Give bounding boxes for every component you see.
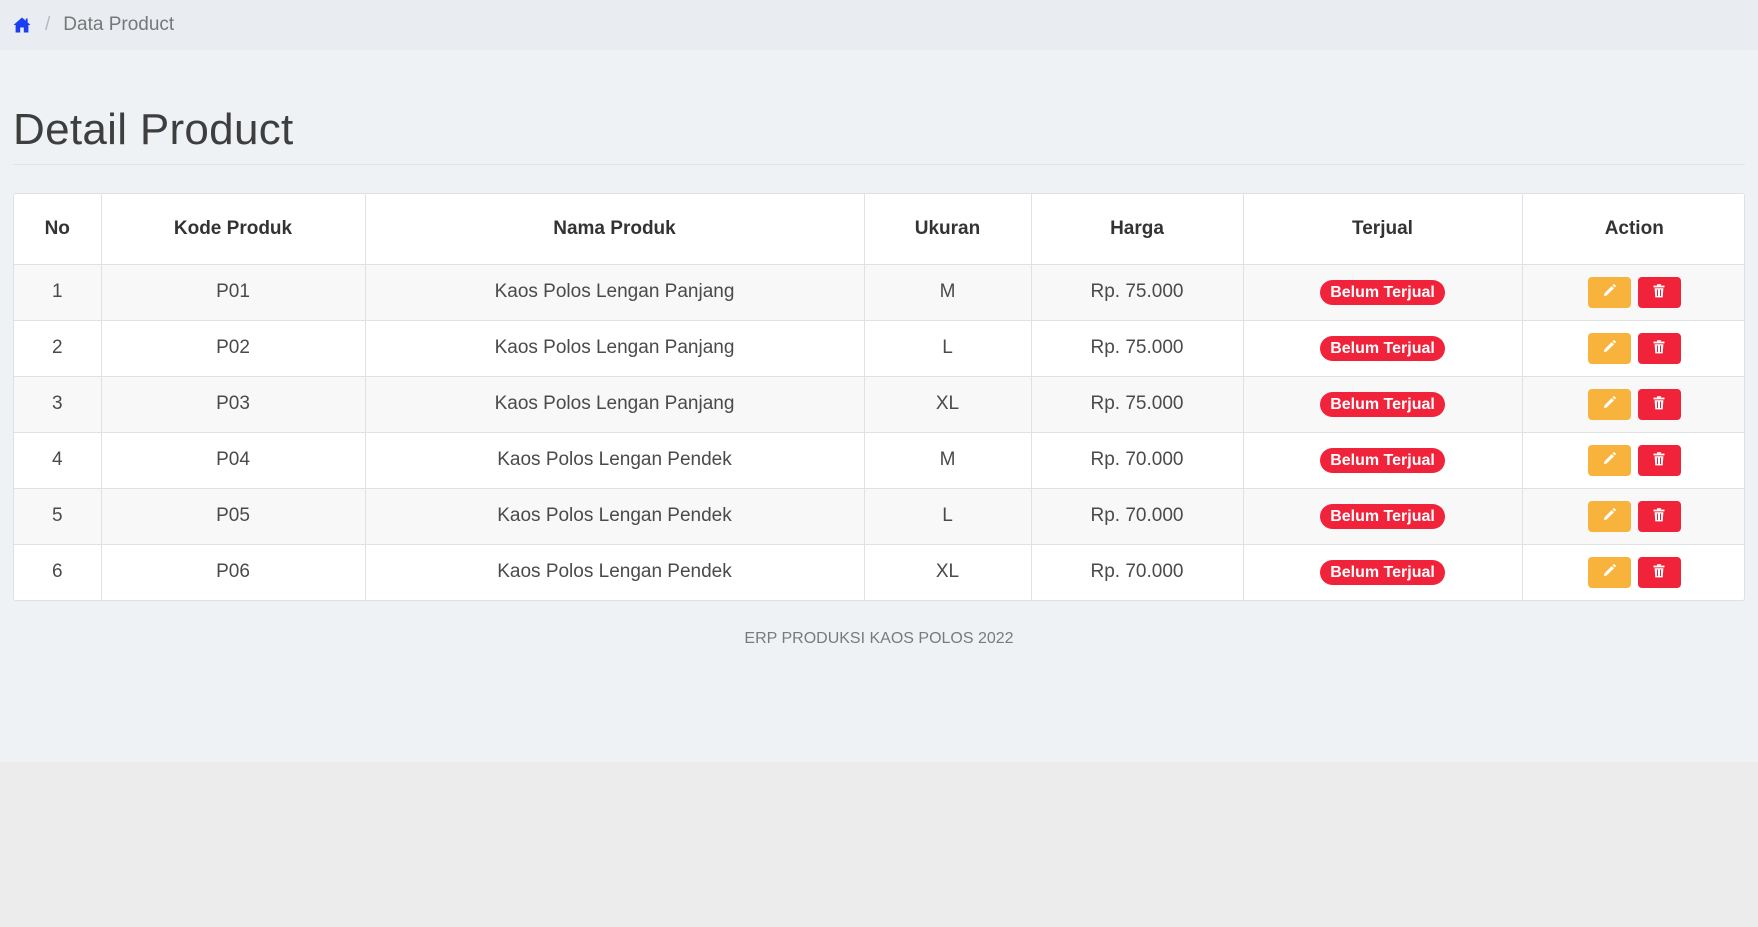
- delete-button[interactable]: [1637, 500, 1681, 532]
- home-icon[interactable]: [13, 17, 31, 33]
- cell-no: 4: [14, 432, 102, 489]
- breadcrumb-current: Data Product: [63, 14, 175, 35]
- cell-nama-produk: Kaos Polos Lengan Panjang: [365, 264, 865, 321]
- table-row: 4 P04 Kaos Polos Lengan Pendek M Rp. 70.000 B…: [14, 432, 1744, 489]
- column-header-terjual: Terjual: [1243, 194, 1523, 265]
- pencil-icon: [1603, 452, 1616, 468]
- edit-button[interactable]: [1587, 388, 1631, 420]
- pencil-icon: [1603, 508, 1616, 524]
- trash-icon: [1653, 283, 1665, 301]
- edit-button[interactable]: [1587, 332, 1631, 364]
- cell-action: [1522, 376, 1744, 433]
- status-badge: Belum Terjual: [1320, 559, 1445, 585]
- column-header-kode-produk: Kode Produk: [101, 194, 366, 265]
- column-header-ukuran: Ukuran: [864, 194, 1032, 265]
- table-body: 1 P01 Kaos Polos Lengan Panjang M Rp. 75.000…: [14, 264, 1744, 600]
- table-row: 3 P03 Kaos Polos Lengan Panjang XL Rp. 75.00…: [14, 376, 1744, 433]
- delete-button[interactable]: [1637, 332, 1681, 364]
- cell-terjual: Belum Terjual: [1243, 432, 1523, 489]
- cell-terjual: Belum Terjual: [1243, 376, 1523, 433]
- cell-ukuran: XL: [864, 544, 1032, 600]
- cell-harga: Rp. 75.000: [1031, 320, 1244, 377]
- breadcrumb-separator: /: [45, 14, 51, 35]
- trash-icon: [1653, 507, 1665, 525]
- cell-kode-produk: P04: [101, 432, 366, 489]
- delete-button[interactable]: [1637, 444, 1681, 476]
- cell-ukuran: M: [864, 264, 1032, 321]
- cell-harga: Rp. 75.000: [1031, 376, 1244, 433]
- cell-nama-produk: Kaos Polos Lengan Panjang: [365, 376, 865, 433]
- product-table-container: No Kode Produk Nama Produk Ukuran Harga …: [13, 193, 1745, 601]
- cell-ukuran: L: [864, 488, 1032, 545]
- cell-terjual: Belum Terjual: [1243, 488, 1523, 545]
- table-header-row: No Kode Produk Nama Produk Ukuran Harga …: [14, 194, 1744, 265]
- column-header-harga: Harga: [1031, 194, 1244, 265]
- trash-icon: [1653, 451, 1665, 469]
- cell-kode-produk: P06: [101, 544, 366, 600]
- cell-harga: Rp. 70.000: [1031, 432, 1244, 489]
- cell-ukuran: M: [864, 432, 1032, 489]
- cell-terjual: Belum Terjual: [1243, 544, 1523, 600]
- app-container: / Data Product Detail Product No Kode Pr…: [0, 0, 1758, 762]
- cell-nama-produk: Kaos Polos Lengan Pendek: [365, 544, 865, 600]
- cell-harga: Rp. 70.000: [1031, 544, 1244, 600]
- cell-nama-produk: Kaos Polos Lengan Pendek: [365, 432, 865, 489]
- column-header-no: No: [14, 194, 102, 265]
- footer-text: ERP PRODUKSI KAOS POLOS 2022: [744, 630, 1014, 647]
- cell-harga: Rp. 70.000: [1031, 488, 1244, 545]
- status-badge: Belum Terjual: [1320, 447, 1445, 473]
- cell-action: [1522, 432, 1744, 489]
- table-row: 6 P06 Kaos Polos Lengan Pendek XL Rp. 70.000…: [14, 544, 1744, 600]
- table-row: 1 P01 Kaos Polos Lengan Panjang M Rp. 75.000…: [14, 264, 1744, 321]
- trash-icon: [1653, 395, 1665, 413]
- cell-harga: Rp. 75.000: [1031, 264, 1244, 321]
- cell-terjual: Belum Terjual: [1243, 320, 1523, 377]
- table-row: 5 P05 Kaos Polos Lengan Pendek L Rp. 70.000 B…: [14, 488, 1744, 545]
- cell-nama-produk: Kaos Polos Lengan Panjang: [365, 320, 865, 377]
- cell-no: 2: [14, 320, 102, 377]
- pencil-icon: [1603, 340, 1616, 356]
- cell-action: [1522, 544, 1744, 600]
- pencil-icon: [1603, 284, 1616, 300]
- status-badge: Belum Terjual: [1320, 279, 1445, 305]
- delete-button[interactable]: [1637, 276, 1681, 308]
- cell-action: [1522, 264, 1744, 321]
- edit-button[interactable]: [1587, 556, 1631, 588]
- delete-button[interactable]: [1637, 556, 1681, 588]
- cell-no: 6: [14, 544, 102, 600]
- cell-kode-produk: P05: [101, 488, 366, 545]
- column-header-action: Action: [1522, 194, 1744, 265]
- title-divider: [13, 164, 1745, 165]
- delete-button[interactable]: [1637, 388, 1681, 420]
- cell-kode-produk: P01: [101, 264, 366, 321]
- status-badge: Belum Terjual: [1320, 503, 1445, 529]
- cell-kode-produk: P02: [101, 320, 366, 377]
- cell-nama-produk: Kaos Polos Lengan Pendek: [365, 488, 865, 545]
- trash-icon: [1653, 339, 1665, 357]
- edit-button[interactable]: [1587, 444, 1631, 476]
- page-title: Detail Product: [13, 105, 294, 154]
- cell-ukuran: L: [864, 320, 1032, 377]
- status-badge: Belum Terjual: [1320, 391, 1445, 417]
- cell-terjual: Belum Terjual: [1243, 264, 1523, 321]
- cell-ukuran: XL: [864, 376, 1032, 433]
- cell-no: 1: [14, 264, 102, 321]
- cell-no: 3: [14, 376, 102, 433]
- pencil-icon: [1603, 396, 1616, 412]
- trash-icon: [1653, 563, 1665, 581]
- breadcrumb: / Data Product: [0, 0, 1758, 50]
- cell-no: 5: [14, 488, 102, 545]
- edit-button[interactable]: [1587, 276, 1631, 308]
- cell-action: [1522, 320, 1744, 377]
- cell-kode-produk: P03: [101, 376, 366, 433]
- product-table: No Kode Produk Nama Produk Ukuran Harga …: [14, 194, 1744, 600]
- cell-action: [1522, 488, 1744, 545]
- edit-button[interactable]: [1587, 500, 1631, 532]
- status-badge: Belum Terjual: [1320, 335, 1445, 361]
- pencil-icon: [1603, 564, 1616, 580]
- table-row: 2 P02 Kaos Polos Lengan Panjang L Rp. 75.000…: [14, 320, 1744, 377]
- column-header-nama-produk: Nama Produk: [365, 194, 865, 265]
